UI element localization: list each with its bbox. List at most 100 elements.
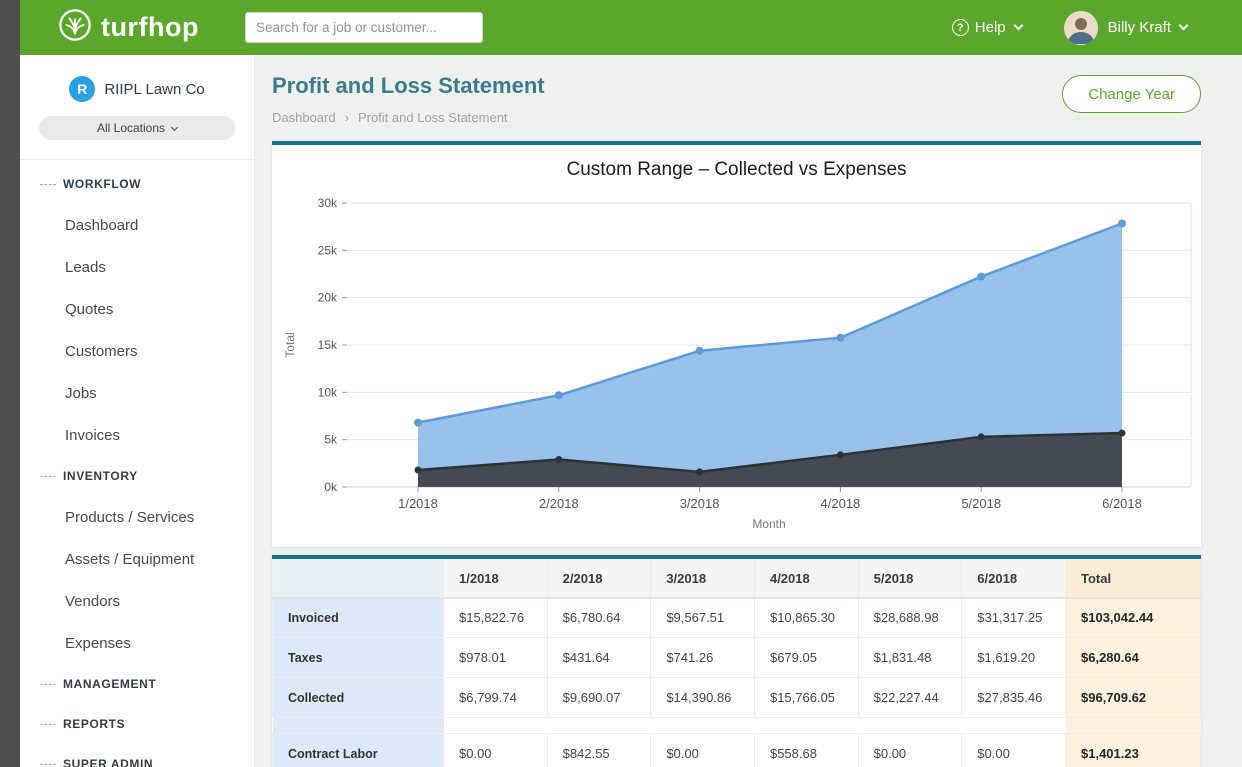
page-head: Profit and Loss Statement Dashboard › Pr… [272, 73, 1201, 125]
breadcrumb: Dashboard › Profit and Loss Statement [272, 110, 545, 125]
x-tick-label: 1/2018 [398, 496, 438, 511]
sidebar-nav: WORKFLOWDashboardLeadsQuotesCustomersJob… [20, 159, 254, 767]
y-tick-label: 25k [318, 243, 338, 257]
table-row: Invoiced$15,822.76$6,780.64$9,567.51$10,… [273, 598, 1201, 638]
cell-value: $978.01 [444, 638, 548, 678]
cell-value: $0.00 [858, 734, 962, 767]
y-tick-label: 15k [318, 338, 338, 352]
collected-point [1118, 219, 1126, 227]
y-tick-label: 0k [324, 480, 338, 494]
cell-value: $0.00 [651, 734, 755, 767]
table-row: Taxes$978.01$431.64$741.26$679.05$1,831.… [273, 638, 1201, 678]
cell-value: $15,822.76 [444, 598, 548, 638]
sidebar-section-inventory: INVENTORY [20, 456, 254, 496]
collected-point [836, 334, 844, 342]
breadcrumb-current: Profit and Loss Statement [358, 110, 508, 125]
cell-value: $10,865.30 [754, 598, 858, 638]
row-label: Contract Labor [273, 734, 444, 767]
page-title: Profit and Loss Statement [272, 73, 545, 99]
help-icon [952, 19, 969, 36]
breadcrumb-dashboard[interactable]: Dashboard [272, 110, 336, 125]
chart-title: Custom Range – Collected vs Expenses [272, 159, 1201, 181]
x-axis-label: Month [752, 517, 785, 531]
cell-value: $28,688.98 [858, 598, 962, 638]
cell-value: $842.55 [547, 734, 651, 767]
tree-dash-icon [40, 184, 56, 185]
x-tick-label: 4/2018 [821, 496, 861, 511]
company-selector: R RIIPL Lawn Co [20, 55, 254, 102]
sidebar-item-invoices[interactable]: Invoices [20, 414, 254, 456]
y-tick-label: 30k [318, 196, 338, 210]
turfhop-logo-icon [58, 8, 92, 47]
sidebar-item-leads[interactable]: Leads [20, 246, 254, 288]
help-menu[interactable]: Help [952, 19, 1022, 36]
y-tick-label: 10k [318, 385, 338, 399]
cell-value: $9,567.51 [651, 598, 755, 638]
column-header: 2/2018 [547, 560, 651, 598]
table-row: Collected$6,799.74$9,690.07$14,390.86$15… [273, 678, 1201, 718]
avatar [1064, 11, 1098, 45]
logo[interactable]: turfhop [58, 8, 199, 47]
search-input[interactable] [245, 12, 483, 43]
app-root: turfhop Help Bill [0, 0, 1242, 767]
header-right: Help Billy Kraft [952, 11, 1187, 45]
sidebar-section-reports: REPORTS [20, 704, 254, 744]
x-tick-label: 2/2018 [539, 496, 579, 511]
collected-point [414, 419, 422, 427]
row-total: $96,709.62 [1066, 678, 1201, 718]
sidebar-item-customers[interactable]: Customers [20, 330, 254, 372]
cell-value: $22,227.44 [858, 678, 962, 718]
pnl-table-card: 1/20182/20183/20184/20185/20186/2018Tota… [272, 555, 1201, 767]
chevron-down-icon [1013, 21, 1023, 31]
sidebar-item-assets-equipment[interactable]: Assets / Equipment [20, 538, 254, 580]
company-name: RIIPL Lawn Co [104, 81, 204, 98]
content-row: R RIIPL Lawn Co All Locations WORKFLOWDa… [20, 55, 1242, 767]
column-header: 1/2018 [444, 560, 548, 598]
app-body: turfhop Help Bill [20, 0, 1242, 767]
change-year-button[interactable]: Change Year [1062, 75, 1201, 113]
row-total: $103,042.44 [1066, 598, 1201, 638]
left-edge-strip [0, 0, 20, 767]
sidebar-item-quotes[interactable]: Quotes [20, 288, 254, 330]
table-row: Contract Labor$0.00$842.55$0.00$558.68$0… [273, 734, 1201, 767]
cell-value: $1,619.20 [962, 638, 1066, 678]
tree-dash-icon [40, 476, 56, 477]
pnl-chart: 0k5k10k15k20k25k30k1/20182/20183/20184/2… [272, 187, 1201, 539]
cell-value: $558.68 [754, 734, 858, 767]
tree-dash-icon [40, 764, 56, 765]
cell-value: $6,799.74 [444, 678, 548, 718]
sidebar-item-dashboard[interactable]: Dashboard [20, 204, 254, 246]
column-header-blank [273, 560, 444, 598]
cell-value: $14,390.86 [651, 678, 755, 718]
chevron-down-icon [171, 123, 178, 130]
sidebar: R RIIPL Lawn Co All Locations WORKFLOWDa… [20, 55, 255, 767]
expenses-point [837, 451, 844, 458]
sidebar-section-workflow: WORKFLOW [20, 164, 254, 204]
column-header: 5/2018 [858, 560, 962, 598]
cell-value: $9,690.07 [547, 678, 651, 718]
top-header: turfhop Help Bill [20, 0, 1242, 55]
breadcrumb-separator: › [345, 110, 349, 125]
row-total: $6,280.64 [1066, 638, 1201, 678]
sidebar-item-vendors[interactable]: Vendors [20, 580, 254, 622]
collected-point [696, 347, 704, 355]
cell-value: $431.64 [547, 638, 651, 678]
cell-value: $0.00 [444, 734, 548, 767]
y-axis-label: Total [283, 332, 297, 357]
cell-value: $15,766.05 [754, 678, 858, 718]
cell-value: $0.00 [962, 734, 1066, 767]
pnl-table: 1/20182/20183/20184/20185/20186/2018Tota… [272, 559, 1201, 767]
sidebar-item-expenses[interactable]: Expenses [20, 622, 254, 664]
x-tick-label: 6/2018 [1102, 496, 1142, 511]
column-header: 4/2018 [754, 560, 858, 598]
sidebar-item-jobs[interactable]: Jobs [20, 372, 254, 414]
locations-dropdown[interactable]: All Locations [39, 116, 235, 140]
cell-value: $741.26 [651, 638, 755, 678]
column-header: 3/2018 [651, 560, 755, 598]
column-header: 6/2018 [962, 560, 1066, 598]
user-menu[interactable]: Billy Kraft [1064, 11, 1187, 45]
collected-point [555, 391, 563, 399]
collected-point [977, 273, 985, 281]
sidebar-item-products-services[interactable]: Products / Services [20, 496, 254, 538]
row-label: Collected [273, 678, 444, 718]
